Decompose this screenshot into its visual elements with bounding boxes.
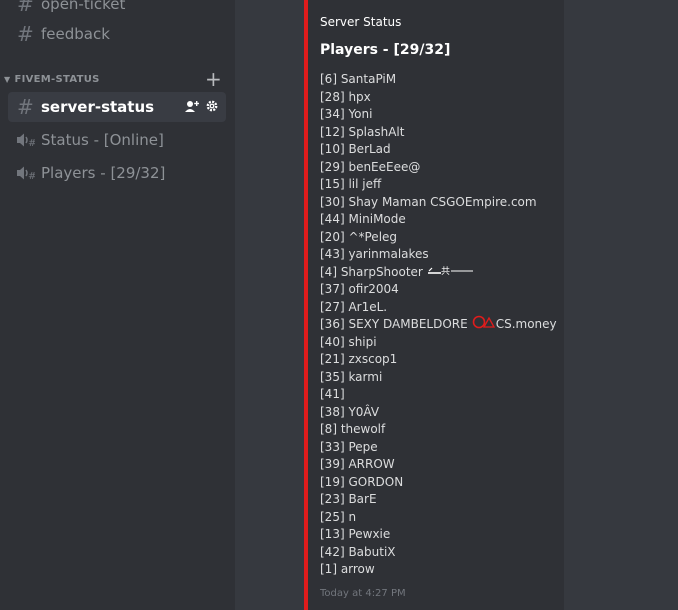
list-item: [27] Ar1eL.: [320, 299, 388, 314]
message-embed: Server Status Players - [29/32] [6] Sant…: [304, 0, 564, 610]
list-item: [37] ofir2004: [320, 282, 399, 296]
gear-icon[interactable]: [206, 98, 218, 116]
add-channel-icon[interactable]: +: [205, 67, 226, 91]
list-item: [30] Shay Maman CSGOEmpire.com: [320, 194, 537, 209]
list-item: [29] benEeEee@: [320, 159, 421, 174]
name-emblem-icon: [472, 315, 496, 335]
list-item: [38] Y0ÂV: [320, 404, 380, 419]
channel-open-ticket[interactable]: # open-ticket: [8, 0, 226, 19]
category-label: FIVEM-STATUS: [14, 73, 100, 85]
channel-label: feedback: [41, 25, 110, 43]
channel-server-status[interactable]: # server-status: [8, 92, 226, 122]
chevron-down-icon: ▼: [4, 74, 11, 84]
category-fivem-status[interactable]: ▼ FIVEM-STATUS +: [4, 67, 226, 91]
channel-sidebar: # open-ticket # feedback ▼ FIVEM-STATUS …: [0, 0, 235, 610]
list-item: [40] shipi: [320, 334, 377, 349]
list-item: [43] yarinmalakes: [320, 247, 429, 261]
list-item: [28] hpx: [320, 89, 371, 104]
list-item: [44] MiniMode: [320, 212, 406, 226]
list-item: [15] lil jeff: [320, 177, 382, 191]
embed-author: Server Status: [320, 15, 402, 29]
embed-accent-bar: [304, 0, 308, 610]
hash-icon: #: [17, 0, 34, 16]
embed-timestamp: Today at 4:27 PM: [320, 588, 406, 599]
list-item: [33] Pepe: [320, 439, 378, 454]
list-item: [20] ^*Peleg: [320, 229, 398, 244]
list-item: [39] ARROW: [320, 457, 395, 471]
channel-status-online[interactable]: # Status - [Online]: [8, 125, 226, 155]
list-item: [13] Pewxie: [320, 527, 391, 541]
list-item: [41]: [320, 387, 345, 401]
speaker-icon: #: [17, 166, 41, 180]
list-item: [10] BerLad: [320, 142, 391, 156]
svg-text:#: #: [28, 138, 35, 147]
list-item: [34] Yoni: [320, 107, 373, 121]
list-item: [1] arrow: [320, 562, 375, 576]
svg-text:共: 共: [441, 266, 450, 276]
channel-label: Status - [Online]: [41, 131, 164, 149]
list-item: [12] SplashAlt: [320, 124, 405, 139]
channel-label: server-status: [41, 98, 155, 116]
name-decoration-icon: 共: [427, 264, 475, 282]
hash-icon: #: [17, 95, 34, 119]
list-item: [8] thewolf: [320, 422, 386, 436]
add-member-icon[interactable]: [185, 98, 200, 116]
embed-title: Players - [29/32]: [320, 42, 451, 58]
channel-label: open-ticket: [41, 0, 126, 13]
list-item: [35] karmi: [320, 369, 383, 384]
list-item: [23] BarE: [320, 492, 377, 506]
speaker-icon: #: [17, 133, 41, 147]
channel-feedback[interactable]: # feedback: [8, 19, 226, 49]
list-item: [36] SEXY DAMBELDORE CS.money: [320, 315, 557, 335]
hash-icon: #: [17, 22, 34, 46]
svg-text:#: #: [28, 171, 35, 180]
channel-players[interactable]: # Players - [29/32]: [8, 158, 226, 188]
list-item: [6] SantaPiM: [320, 72, 397, 86]
player-list: [6] SantaPiM [28] hpx [34] Yoni [12] Spl…: [320, 71, 557, 579]
list-item: [21] zxscop1: [320, 352, 398, 366]
channel-label: Players - [29/32]: [41, 164, 166, 182]
list-item: [25] n: [320, 509, 357, 524]
list-item: [19] GORDON: [320, 474, 404, 489]
list-item: [4] SharpShooter 共: [320, 264, 557, 282]
list-item: [42] BabutiX: [320, 544, 396, 559]
